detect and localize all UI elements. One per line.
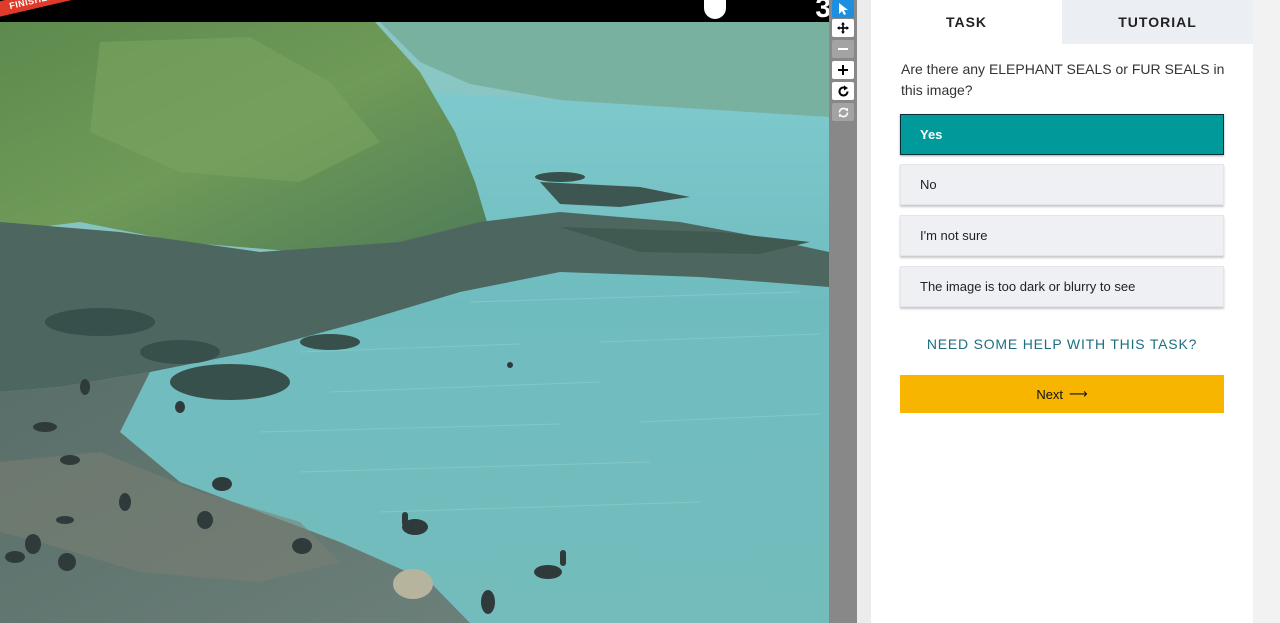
- frame-number: 3: [815, 0, 829, 23]
- pointer-tool-button[interactable]: [832, 0, 854, 18]
- pointer-icon: [839, 3, 848, 15]
- zoom-in-icon: [838, 65, 848, 75]
- zoom-in-button[interactable]: [832, 61, 854, 79]
- subject-image[interactable]: [0, 22, 829, 623]
- panel-tabs: TASK TUTORIAL: [871, 0, 1253, 44]
- answer-not-sure-button[interactable]: I'm not sure: [900, 215, 1224, 256]
- answer-label: No: [920, 177, 937, 192]
- viewer-toolbar: [829, 0, 857, 623]
- tab-tutorial[interactable]: TUTORIAL: [1062, 0, 1253, 44]
- page-margin: [1253, 0, 1280, 623]
- pan-tool-button[interactable]: [832, 19, 854, 37]
- reset-icon: [838, 107, 848, 117]
- task-question: Are there any ELEPHANT SEALS or FUR SEAL…: [901, 61, 1225, 98]
- subject-viewer[interactable]: FINISHED 3: [0, 0, 829, 623]
- tab-task[interactable]: TASK: [871, 0, 1062, 44]
- arrow-right-icon: ⟶: [1069, 386, 1088, 401]
- viewer-gutter: [857, 0, 871, 623]
- task-panel: TASK TUTORIAL Are there any ELEPHANT SEA…: [871, 0, 1253, 623]
- answer-yes-button[interactable]: Yes: [900, 114, 1224, 155]
- answer-label: Yes: [920, 127, 943, 142]
- answer-too-dark-button[interactable]: The image is too dark or blurry to see: [900, 266, 1224, 307]
- answer-label: The image is too dark or blurry to see: [920, 279, 1136, 294]
- frame-indicator-dot[interactable]: [704, 0, 726, 19]
- rotate-icon: [838, 85, 848, 96]
- task-help-link[interactable]: NEED SOME HELP WITH THIS TASK?: [900, 336, 1224, 352]
- answer-no-button[interactable]: No: [900, 164, 1224, 205]
- finished-ribbon: FINISHED: [0, 0, 81, 20]
- next-button[interactable]: Next ⟶: [900, 375, 1224, 413]
- next-label: Next: [1036, 386, 1064, 402]
- reset-button[interactable]: [832, 103, 854, 121]
- viewer-top-bar: FINISHED 3: [0, 0, 829, 22]
- pan-icon: [837, 22, 849, 34]
- answer-label: I'm not sure: [920, 228, 988, 243]
- zoom-out-icon: [838, 48, 848, 50]
- zoom-out-button[interactable]: [832, 40, 854, 58]
- rotate-button[interactable]: [832, 82, 854, 100]
